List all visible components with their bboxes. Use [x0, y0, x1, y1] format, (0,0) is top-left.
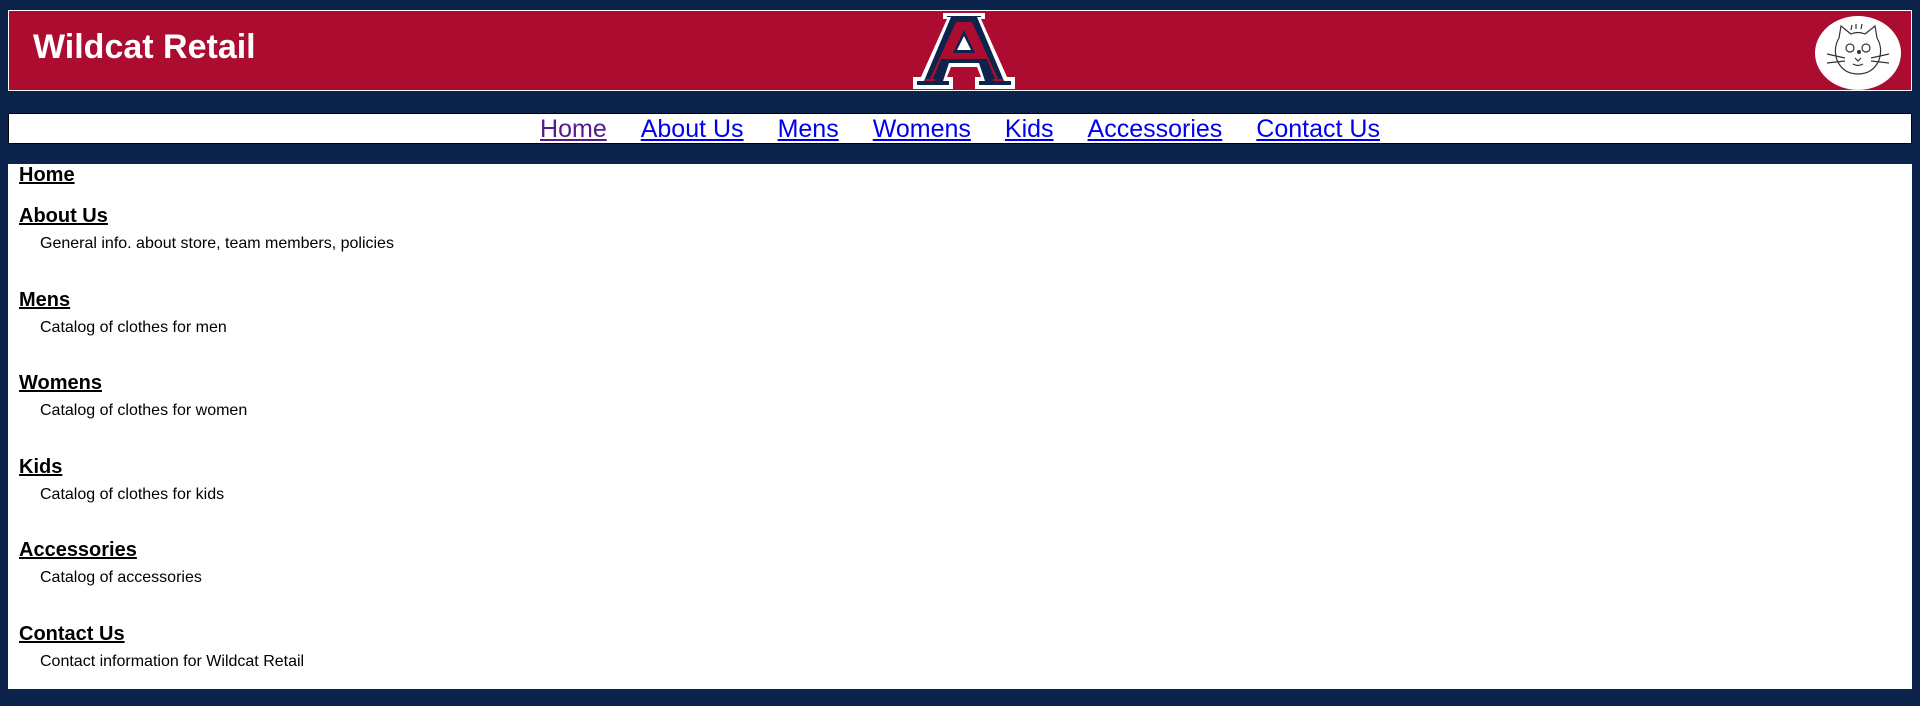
section-heading: Accessories: [19, 539, 137, 561]
nav-link-womens[interactable]: Womens: [873, 115, 971, 142]
main-content: Home About Us General info. about store,…: [8, 164, 1912, 689]
section-heading: Kids: [19, 456, 63, 478]
block-a-logo: [913, 13, 1015, 89]
section-womens: Womens Catalog of clothes for women: [19, 372, 247, 420]
section-heading: Mens: [19, 289, 71, 311]
section-description: Catalog of clothes for kids: [40, 486, 225, 503]
section-heading-home: Home: [19, 164, 75, 186]
section-accessories: Accessories Catalog of accessories: [19, 539, 202, 587]
cat-drawing-icon: [1826, 23, 1890, 75]
nav-link-home[interactable]: Home: [540, 115, 607, 142]
nav-link-mens[interactable]: Mens: [778, 115, 839, 142]
section-description: General info. about store, team members,…: [40, 235, 394, 252]
section-mens: Mens Catalog of clothes for men: [19, 289, 227, 337]
section-contact-us: Contact Us Contact information for Wildc…: [19, 623, 304, 671]
main-nav: Home About Us Mens Womens Kids Accessori…: [8, 113, 1912, 144]
section-description: Catalog of clothes for men: [40, 319, 227, 336]
section-description: Catalog of clothes for women: [40, 402, 248, 419]
section-kids: Kids Catalog of clothes for kids: [19, 456, 224, 504]
section-home: Home: [19, 164, 75, 187]
section-about-us: About Us General info. about store, team…: [19, 205, 394, 253]
section-heading: Womens: [19, 372, 102, 394]
section-description: Catalog of accessories: [40, 569, 202, 586]
wildcat-mascot-logo: [1815, 16, 1901, 90]
nav-link-accessories[interactable]: Accessories: [1088, 115, 1223, 142]
section-heading: Contact Us: [19, 623, 125, 645]
site-header: Wildcat Retail: [8, 10, 1912, 91]
section-heading: About Us: [19, 205, 108, 227]
section-description: Contact information for Wildcat Retail: [40, 653, 305, 670]
nav-link-kids[interactable]: Kids: [1005, 115, 1054, 142]
site-title: Wildcat Retail: [33, 28, 256, 66]
nav-link-contact-us[interactable]: Contact Us: [1256, 115, 1380, 142]
nav-link-about-us[interactable]: About Us: [641, 115, 744, 142]
